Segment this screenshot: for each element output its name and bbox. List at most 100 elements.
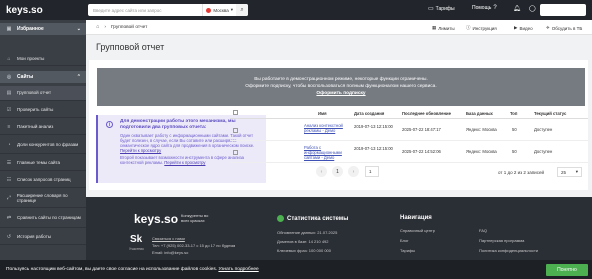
home-icon[interactable]: ⌂ — [96, 24, 99, 30]
footer-nav-link[interactable]: FAQ — [479, 228, 487, 233]
view-link-1[interactable]: Перейти к просмотру — [120, 148, 161, 153]
sidebar-item-competitor-shares[interactable]: ◔ Доли конкурентов по фразам — [0, 136, 86, 154]
help-label: Помощь — [472, 5, 492, 11]
sidebar: ▣ Избранное ⌄ ⌂ Мои проекты ◎ Сайты ⌃ ▤ Группо… — [0, 20, 86, 260]
sidebar-section-sites[interactable]: ◎ Сайты ⌃ — [0, 71, 86, 83]
video-button[interactable]: ▶ Видео — [514, 25, 533, 31]
updated-cell: 2025-07-22 14:52:06 — [402, 149, 441, 154]
db-cell: Яндекс: Москва — [466, 127, 497, 132]
column-header-created[interactable]: Дата создания — [354, 111, 384, 116]
row-checkbox[interactable] — [233, 150, 238, 156]
sidebar-item-compare-sites[interactable]: ⇄ Сравнить сайты по страницам — [0, 209, 86, 228]
sidebar-item-topics[interactable]: ☰ Главные темы сайта — [0, 155, 86, 171]
tariffs-link[interactable]: ▭ Тарифы — [428, 5, 455, 13]
stats-updated: Обновление данных: 21.07.2025 — [277, 230, 338, 235]
footer-logo[interactable]: keys.so — [134, 212, 178, 226]
search-bar[interactable]: Введите адрес сайта или запрос Москва ▾ ⌕ — [88, 4, 248, 16]
per-page-select[interactable]: 25 ▾ — [557, 167, 582, 177]
table-header: Имя Дата создания Последнее обновление Б… — [230, 108, 588, 119]
cookie-message: Пользуясь настоящим веб-сайтом, вы даете… — [6, 267, 218, 272]
region-selector[interactable]: Москва ▾ — [202, 4, 236, 16]
select-all-checkbox[interactable] — [233, 110, 238, 116]
sidebar-item-check-sites[interactable]: ☑ Проверить сайты — [0, 102, 86, 118]
stats-keys: Ключевых фраз: 100 000 000 — [277, 248, 331, 253]
footer-tagline: Конкуренты во всех красках — [181, 213, 209, 223]
breadcrumb-bar: ⌂ › Групповой отчет ▦ Лимиты ⓘ Инструкция … — [86, 20, 592, 35]
column-header-db[interactable]: База данных — [466, 111, 493, 116]
sidebar-item-label: Доли конкурентов по фразам — [17, 141, 79, 147]
next-page-button[interactable]: › — [348, 166, 359, 177]
sidebar-item-projects[interactable]: ⌂ Мои проекты — [0, 52, 86, 66]
breadcrumb-current: Групповой отчет — [110, 24, 148, 30]
logo[interactable]: keys.so — [6, 5, 86, 16]
records-range: от 1 до 2 из 2 записей — [498, 170, 544, 175]
updated-cell: 2025-07-22 18:47:17 — [402, 127, 441, 132]
column-header-top[interactable]: Топ — [510, 111, 517, 116]
bell-icon: 🔔︎ — [513, 6, 521, 12]
help-menu[interactable]: Помощь? — [472, 5, 497, 11]
sidebar-section-favorites[interactable]: ▣ Избранное ⌄ — [0, 23, 86, 35]
column-header-status[interactable]: Текущий статус — [534, 111, 566, 116]
skolkovo-logo: Sk — [130, 234, 143, 245]
sidebar-item-label: Групповой отчет — [17, 90, 52, 96]
footer-nav-link[interactable]: Тарифы — [400, 248, 415, 253]
history-icon: ↺ — [6, 233, 12, 240]
view-link-2[interactable]: Перейти к просмотру — [164, 160, 205, 165]
report-name-link[interactable]: Анализ контекстной рекламы - Демо — [304, 123, 348, 133]
page-number-button[interactable]: 1 — [332, 166, 343, 177]
table-row: Работа с информационными сайтами - Демо … — [230, 142, 588, 163]
report-name-link[interactable]: Работа с информационными сайтами - Демо — [304, 145, 348, 160]
sidebar-item-history[interactable]: ↺ История работы — [0, 229, 86, 245]
per-page-value: 25 — [561, 169, 567, 175]
home-icon: ⌂ — [7, 55, 11, 62]
demo-banner: Вы работаете в демонстрационном режиме, … — [97, 68, 585, 106]
limits-button[interactable]: ▦ Лимиты — [432, 25, 455, 31]
chevron-up-icon: ⌃ — [76, 74, 81, 80]
sidebar-item-group-report[interactable]: ▤ Групповой отчет — [0, 86, 86, 101]
footer-nav-link[interactable]: Справочный центр — [400, 228, 435, 233]
skolkovo-label: Участник — [129, 247, 144, 251]
list-icon: ☷ — [6, 176, 12, 183]
footer-nav-link[interactable]: Блог — [400, 238, 409, 243]
page-input[interactable]: 1 — [365, 166, 379, 177]
chevron-down-icon: ⌄ — [76, 26, 81, 32]
sidebar-item-expand-dictionary[interactable]: ⤢ Расширение словаря по странице — [0, 189, 86, 208]
check-sites-icon: ☑ — [6, 106, 12, 113]
table-row: Анализ контекстной рекламы - Демо 2019-0… — [230, 120, 588, 141]
info-icon: ⓘ — [466, 25, 471, 30]
telegram-button[interactable]: ✈ Обсудить в ТБ — [546, 25, 582, 31]
cookie-accept-button[interactable]: Понятно — [546, 264, 588, 276]
sidebar-item-label: Сравнить сайты по страницам — [17, 215, 81, 221]
column-header-name[interactable]: Имя — [318, 111, 327, 116]
sidebar-item-page-queries[interactable]: ☷ Список запросов страниц — [0, 172, 86, 188]
search-input[interactable]: Введите адрес сайта или запрос — [93, 8, 202, 13]
video-icon: ▶ — [514, 25, 518, 30]
contact-link[interactable]: Связаться с нами — [152, 236, 185, 241]
account-field[interactable] — [540, 4, 586, 16]
created-cell: 2019-07-13 12:15:00 — [354, 124, 393, 129]
account-menu[interactable]: ◯ — [529, 5, 536, 12]
compare-icon: ⇄ — [6, 215, 12, 221]
group-report-icon: ▤ — [6, 90, 12, 96]
contact-email[interactable]: Email: info@keys.so — [152, 250, 188, 255]
column-header-updated[interactable]: Последнее обновление — [402, 111, 451, 116]
notifications-button[interactable]: 🔔︎ — [513, 5, 521, 12]
user-icon: ◯ — [529, 6, 536, 12]
star-icon: ▣ — [6, 26, 12, 32]
status-cell: Доступен — [534, 127, 553, 132]
search-icon[interactable]: ⌕ — [236, 4, 248, 16]
prev-page-button[interactable]: ‹ — [316, 166, 327, 177]
favorites-label: Избранное — [17, 26, 44, 32]
pie-chart-icon: ◔ — [7, 141, 11, 148]
contact-phone: Тел: +7 (925) 002-33-17 с 15 до 17 по бу… — [152, 243, 236, 248]
row-checkbox[interactable] — [233, 128, 238, 134]
chevron-down-icon: ▾ — [575, 169, 578, 174]
pagination: ‹ 1 › 1 — [316, 166, 379, 177]
telegram-icon: ✈ — [546, 25, 550, 30]
subscribe-link[interactable]: Оформить подписку — [97, 90, 585, 97]
footer-nav-link[interactable]: Политика конфиденциальности — [479, 248, 538, 253]
footer-nav-link[interactable]: Партнерская программа — [479, 238, 524, 243]
sidebar-item-batch[interactable]: ≡ Пакетный анализ — [0, 119, 86, 135]
instruction-button[interactable]: ⓘ Инструкция — [466, 25, 497, 31]
cookie-more-link[interactable]: Узнать подробнее — [218, 267, 258, 272]
